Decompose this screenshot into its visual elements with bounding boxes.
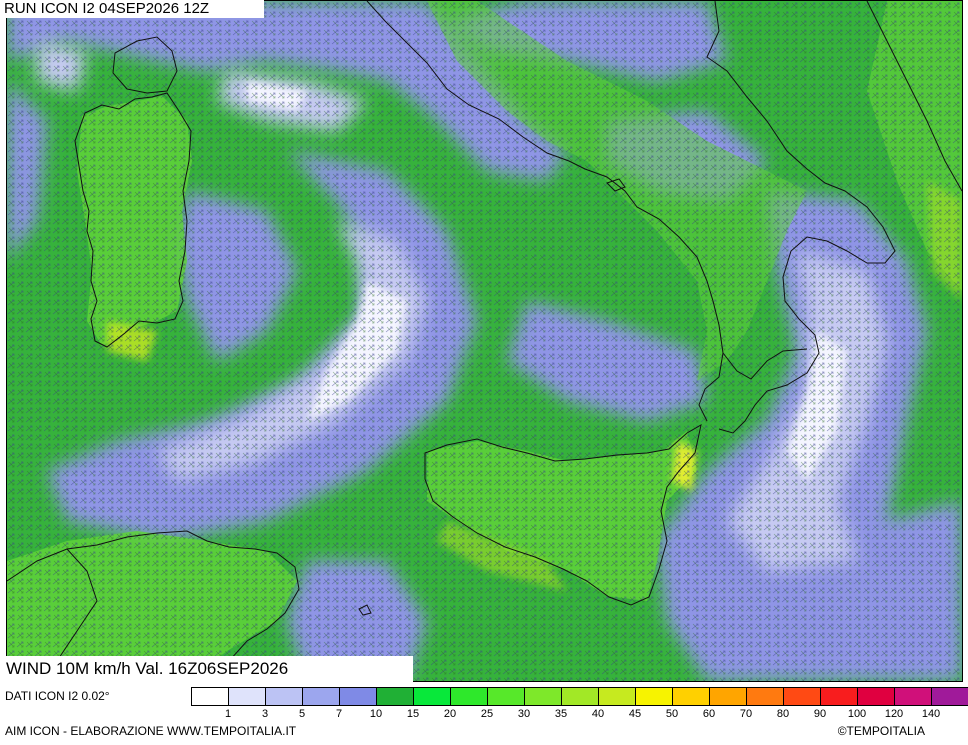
wind-map-canvas xyxy=(7,1,962,681)
legend-label: 25 xyxy=(480,708,494,720)
legend-swatch xyxy=(488,688,525,705)
legend-swatch xyxy=(377,688,414,705)
legend-label: 35 xyxy=(554,708,568,720)
legend-swatch xyxy=(229,688,266,705)
legend-label: 90 xyxy=(813,708,827,720)
legend-swatch xyxy=(599,688,636,705)
legend-label: 50 xyxy=(665,708,679,720)
legend-label: 10 xyxy=(369,708,383,720)
legend-swatch xyxy=(784,688,821,705)
data-source-label: DATI ICON I2 0.02° xyxy=(5,689,110,703)
color-legend xyxy=(191,687,968,706)
legend-swatch xyxy=(636,688,673,705)
legend-label: 5 xyxy=(298,708,306,720)
credit-left: AIM ICON - ELABORAZIONE WWW.TEMPOITALIA.… xyxy=(5,724,297,738)
legend-label: 3 xyxy=(261,708,269,720)
legend-swatch xyxy=(858,688,895,705)
legend-swatch xyxy=(895,688,932,705)
legend-label: 30 xyxy=(517,708,531,720)
legend-label: 7 xyxy=(335,708,343,720)
legend-label: 120 xyxy=(884,708,904,720)
legend-swatch xyxy=(525,688,562,705)
run-title: RUN ICON I2 04SEP2026 12Z xyxy=(0,0,264,18)
legend-label: 70 xyxy=(739,708,753,720)
legend-labels: 1 3 5 7 10 15 20 25 30 35 40 45 50 60 70 80 90 100 120 140 xyxy=(191,708,968,722)
legend-label: 20 xyxy=(443,708,457,720)
credit-right: ©TEMPOITALIA xyxy=(837,724,925,738)
legend-swatch xyxy=(710,688,747,705)
legend-label: 40 xyxy=(591,708,605,720)
legend-label: 100 xyxy=(847,708,867,720)
legend-label: 60 xyxy=(702,708,716,720)
legend-label: 140 xyxy=(921,708,941,720)
legend-swatch xyxy=(266,688,303,705)
legend-label: 1 xyxy=(224,708,232,720)
wind-barbs-land xyxy=(7,1,962,681)
legend-swatch xyxy=(451,688,488,705)
valid-time-title: WIND 10M km/h Val. 16Z06SEP2026 xyxy=(0,656,413,682)
legend-swatch xyxy=(192,688,229,705)
legend-swatch xyxy=(562,688,599,705)
legend-swatch xyxy=(932,688,968,705)
legend-swatch xyxy=(821,688,858,705)
legend-swatch xyxy=(340,688,377,705)
legend-swatch xyxy=(673,688,710,705)
legend-swatch xyxy=(303,688,340,705)
legend-label: 45 xyxy=(628,708,642,720)
wind-map xyxy=(6,0,963,682)
legend-swatch xyxy=(414,688,451,705)
legend-label: 15 xyxy=(406,708,420,720)
legend-swatch xyxy=(747,688,784,705)
legend-label: 80 xyxy=(776,708,790,720)
